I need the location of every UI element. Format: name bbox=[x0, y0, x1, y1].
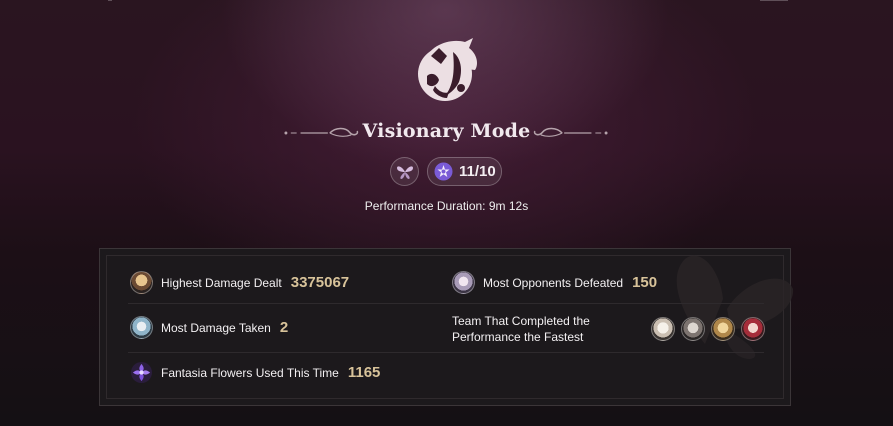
top-divider-left bbox=[108, 0, 112, 1]
team-member-avatar[interactable] bbox=[651, 317, 675, 341]
butterfly-watermark-icon bbox=[676, 255, 794, 359]
fastest-team-avatars bbox=[651, 317, 771, 341]
character-avatar bbox=[130, 316, 153, 339]
stat-highest-damage: Highest Damage Dealt 3375067 bbox=[130, 271, 349, 294]
title-flourish-right-icon bbox=[533, 127, 608, 137]
team-member-avatar[interactable] bbox=[741, 317, 765, 341]
stat-fantasia-flowers: Fantasia Flowers Used This Time 1165 bbox=[130, 361, 380, 384]
stat-most-damage-taken: Most Damage Taken 2 bbox=[130, 316, 288, 339]
stat-label: Fantasia Flowers Used This Time bbox=[161, 365, 339, 380]
star-count-badge[interactable]: 11/10 bbox=[427, 157, 502, 186]
stat-label: Highest Damage Dealt bbox=[161, 275, 282, 290]
team-member-avatar[interactable] bbox=[681, 317, 705, 341]
character-avatar bbox=[130, 271, 153, 294]
stat-value: 3375067 bbox=[290, 274, 350, 291]
star-icon bbox=[434, 162, 453, 181]
star-count-value: 11/10 bbox=[459, 163, 496, 180]
performance-duration: Performance Duration: 9m 12s bbox=[364, 199, 529, 213]
mode-title: Visionary Mode bbox=[362, 120, 531, 142]
team-member-avatar[interactable] bbox=[711, 317, 735, 341]
theater-emblem-icon bbox=[418, 38, 477, 101]
mode-icon-badge[interactable] bbox=[390, 157, 419, 186]
row-divider-2 bbox=[128, 352, 764, 353]
character-avatar bbox=[452, 271, 475, 294]
stat-most-opponents: Most Opponents Defeated 150 bbox=[452, 271, 657, 294]
fastest-team-label: Team That Completed the Performance the … bbox=[452, 314, 590, 344]
stat-value: 1165 bbox=[347, 364, 381, 381]
stat-label: Most Damage Taken bbox=[161, 320, 271, 335]
butterfly-icon bbox=[396, 165, 413, 179]
top-divider-right bbox=[760, 0, 788, 1]
stat-value: 150 bbox=[632, 274, 658, 291]
stat-label: Most Opponents Defeated bbox=[483, 275, 624, 290]
fantasia-flower-icon bbox=[130, 361, 153, 384]
row-divider-1 bbox=[128, 303, 764, 304]
stat-value: 2 bbox=[279, 319, 289, 336]
